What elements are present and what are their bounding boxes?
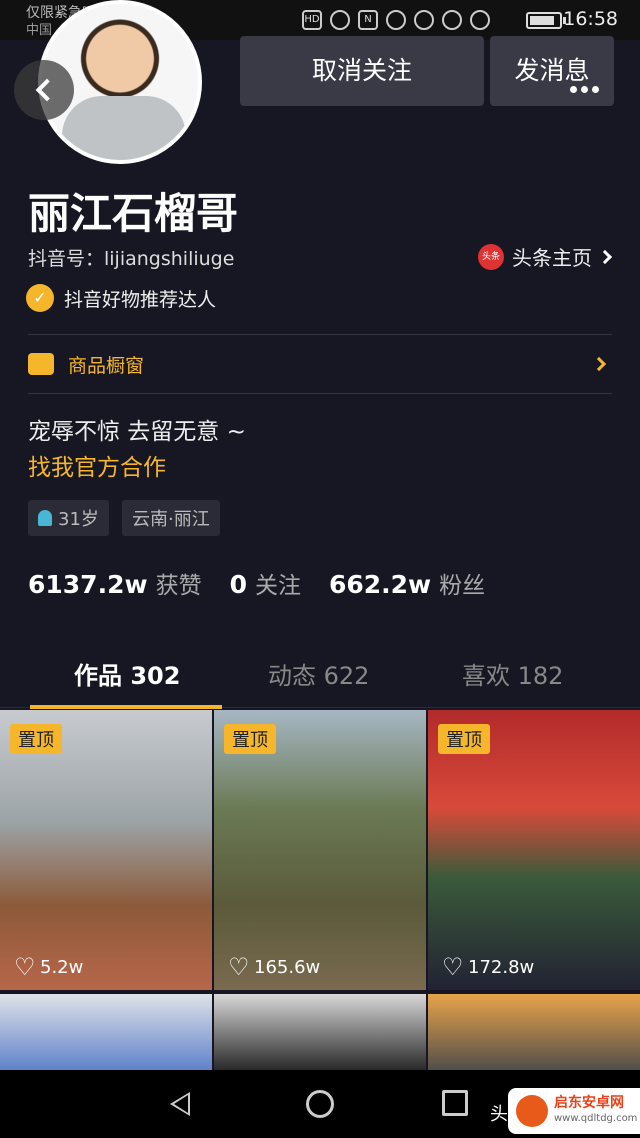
more-icon[interactable] xyxy=(570,86,599,93)
pinned-badge: 置顶 xyxy=(438,724,490,754)
video-thumbnail[interactable] xyxy=(428,994,640,1074)
video-likes: 165.6w xyxy=(228,953,321,981)
person-icon xyxy=(38,510,52,526)
following-count[interactable]: 0 xyxy=(230,570,247,599)
chevron-right-icon xyxy=(597,249,613,264)
verified-badge: ✓ 抖音好物推荐达人 xyxy=(26,284,216,312)
mute-icon xyxy=(470,10,490,30)
watermark-url: www.qdltdg.com xyxy=(554,1113,638,1124)
watermark-title: 启东安卓网 xyxy=(554,1095,624,1111)
video-thumbnail[interactable]: 置顶 5.2w xyxy=(0,710,212,990)
chevron-right-icon xyxy=(591,356,607,372)
video-thumbnail[interactable]: 置顶 172.8w xyxy=(428,710,640,990)
tab-moments[interactable]: 动态 622 xyxy=(268,656,369,691)
video-likes: 172.8w xyxy=(442,953,535,981)
divider xyxy=(28,393,612,394)
video-thumbnail[interactable] xyxy=(214,994,426,1074)
age-tag: 31岁 xyxy=(28,500,109,536)
bluetooth-icon xyxy=(414,10,434,30)
heart-icon xyxy=(14,953,36,981)
location-icon xyxy=(442,10,462,30)
eye-icon xyxy=(330,10,350,30)
clock: 16:58 xyxy=(563,8,618,30)
toutiao-icon: 头条 xyxy=(478,243,504,270)
tab-indicator xyxy=(30,705,222,709)
following-label[interactable]: 关注 xyxy=(255,566,301,600)
video-likes: 5.2w xyxy=(14,953,84,981)
video-thumbnail[interactable] xyxy=(0,994,212,1074)
followers-label[interactable]: 粉丝 xyxy=(439,566,485,600)
likes-count: 6137.2w xyxy=(28,570,148,599)
check-icon: ✓ xyxy=(26,284,54,312)
nav-home-icon[interactable] xyxy=(306,1090,334,1118)
hd-icon: HD xyxy=(302,10,322,30)
shop-label: 商品橱窗 xyxy=(68,354,145,377)
nfc-icon: N xyxy=(358,10,378,30)
followers-count[interactable]: 662.2w xyxy=(329,570,431,599)
douyin-id: 抖音号：lijiangshiliuge xyxy=(28,248,235,270)
tab-likes[interactable]: 喜欢 182 xyxy=(462,656,563,691)
profile-tabs: 作品 302 动态 622 喜欢 182 xyxy=(0,640,640,709)
nav-extra-text: 头 xyxy=(490,1104,508,1125)
location-tag: 云南·丽江 xyxy=(122,500,220,536)
status-icons: HD N xyxy=(302,10,490,30)
bio-link[interactable]: 找我官方合作 xyxy=(28,448,166,482)
shop-window-row[interactable]: 商品橱窗 xyxy=(28,336,612,392)
unfollow-button[interactable]: 取消关注 xyxy=(240,36,484,106)
video-likes-count: 5.2w xyxy=(40,957,84,978)
toutiao-link[interactable]: 头条 头条主页 xyxy=(478,242,613,271)
divider xyxy=(28,334,612,335)
watermark: 启东安卓网 www.qdltdg.com xyxy=(508,1088,640,1134)
nav-recents-icon[interactable] xyxy=(442,1090,468,1116)
battery-icon xyxy=(526,12,566,29)
toutiao-label: 头条主页 xyxy=(512,246,592,270)
bio-text: 宠辱不惊 去留无意 ~ xyxy=(28,419,246,445)
back-button[interactable] xyxy=(14,60,74,120)
nav-back-icon[interactable] xyxy=(170,1092,190,1116)
video-likes-count: 172.8w xyxy=(468,957,535,978)
shop-icon xyxy=(28,353,54,375)
heart-icon xyxy=(442,953,464,981)
video-thumbnail[interactable]: 置顶 165.6w xyxy=(214,710,426,990)
heart-icon xyxy=(228,953,250,981)
message-button[interactable]: 发消息 xyxy=(490,36,614,106)
watermark-text: 启东安卓网 www.qdltdg.com xyxy=(554,1095,637,1127)
location-label: 云南·丽江 xyxy=(132,509,210,530)
likes-label: 获赞 xyxy=(155,573,202,599)
alarm-icon xyxy=(386,10,406,30)
chevron-left-icon xyxy=(35,78,59,102)
pinned-badge: 置顶 xyxy=(10,724,62,754)
verified-label: 抖音好物推荐达人 xyxy=(64,288,217,311)
pinned-badge: 置顶 xyxy=(224,724,276,754)
tab-works[interactable]: 作品 302 xyxy=(74,656,180,691)
profile-name: 丽江石榴哥 xyxy=(28,189,239,238)
watermark-logo-icon xyxy=(516,1095,548,1127)
stats-row: 6137.2w 获赞 0 关注 662.2w 粉丝 xyxy=(28,566,505,600)
age-label: 31岁 xyxy=(58,509,99,530)
video-likes-count: 165.6w xyxy=(254,957,321,978)
